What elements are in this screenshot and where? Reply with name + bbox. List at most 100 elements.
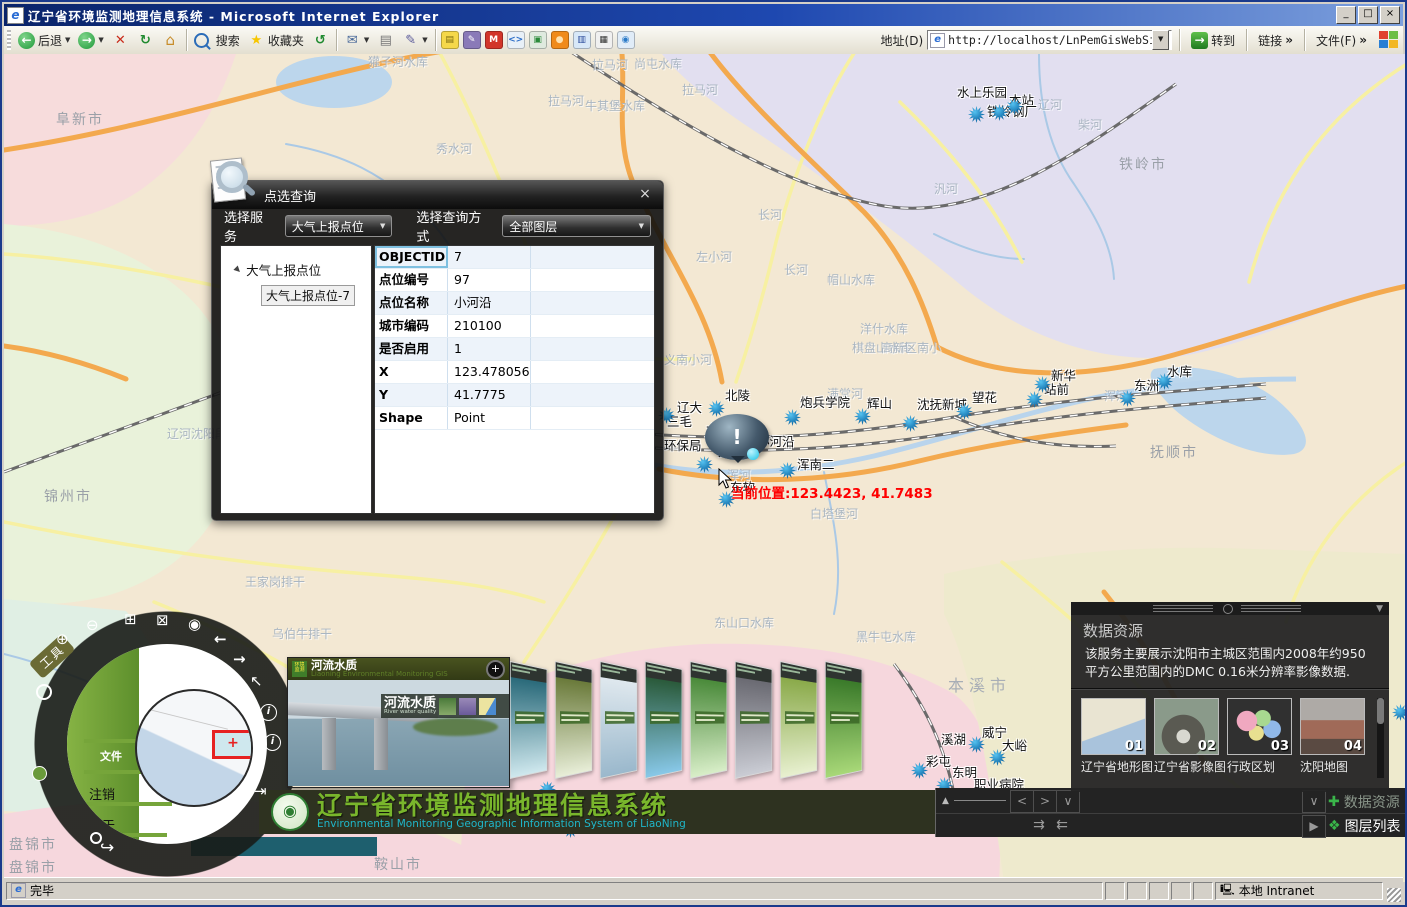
history-button[interactable]: ↺ [308,30,333,51]
favorites-button[interactable]: ★ 收藏夹 [244,30,308,51]
close-button[interactable]: × [1380,6,1400,24]
toolbar-grip[interactable] [7,30,11,50]
mail-button[interactable]: ✉▼ [340,30,373,51]
attribute-row[interactable]: 城市编码210100 [375,315,654,338]
forward-dropdown-icon[interactable]: ▼ [98,36,103,44]
attribute-row[interactable]: Y41.7775 [375,384,654,407]
pen-icon[interactable]: ✎ [463,31,481,49]
qr-grid-icon[interactable]: ▦ [595,31,613,49]
media-icon[interactable]: ▣ [529,31,547,49]
book-icon[interactable]: ▥ [573,31,591,49]
minimap-extent-box[interactable]: + [212,730,253,759]
notes-icon[interactable]: ▤ [441,31,459,49]
carousel-side-card[interactable] [645,661,682,779]
carousel-main-card[interactable]: 环境监测 河流水质 Liaoning Environmental Monitor… [287,657,510,788]
data-resource-item[interactable]: 04沈阳地图 [1300,698,1365,775]
attribute-row[interactable]: 点位名称小河沿 [375,292,654,315]
attribute-row[interactable]: ShapePoint [375,407,654,430]
home-button[interactable]: ⌂ [158,30,183,51]
info-icon[interactable]: i [264,734,281,751]
carousel-side-card[interactable] [780,661,817,779]
attribute-row[interactable]: 是否启用1 [375,338,654,361]
data-resource-item[interactable]: 01辽宁省地形图 [1081,698,1146,775]
maximize-button[interactable]: □ [1358,6,1378,24]
shift-right-icon[interactable]: ⇉ [1028,815,1050,836]
panel-collapse-icon[interactable]: ▼ [1376,604,1383,614]
file-menu-button[interactable]: 文件(F)» [1312,30,1371,51]
map-viewport[interactable]: 阜新市铁岭市抚顺市锦州市本溪市盘锦市盘锦市鞍山市獾子河水库拉马河尚屯水库拉马河拉… [4,54,1407,882]
tree-child-node[interactable]: 大气上报点位-7 [261,285,355,306]
data-panel-collapse-button[interactable]: ∨ [1302,790,1326,813]
links-button[interactable]: 链接» [1254,30,1297,51]
data-resource-item[interactable]: 02辽宁省影像图 [1154,698,1219,775]
carousel-collapse-button[interactable]: ∨ [1056,790,1080,813]
ring-menu-item[interactable]: 注销 [89,784,115,803]
shift-left-icon[interactable]: ⇇ [1051,815,1073,836]
panel-drag-handle[interactable]: ▼ [1071,602,1389,615]
pan-left-icon[interactable]: ← [214,630,227,648]
code-icon[interactable]: <> [507,31,525,49]
carousel-side-card[interactable] [825,661,862,779]
layer-list-button[interactable]: ❖ 图层列表 [1328,816,1401,836]
carousel-side-card[interactable] [510,661,547,779]
stop-button[interactable]: ✕ [108,30,133,51]
forward-button[interactable]: → ▼ [74,30,107,51]
expand-icon[interactable]: ⊠ [156,611,169,629]
full-extent-icon[interactable]: ⊞ [124,610,137,628]
slider-knob-green[interactable] [32,766,47,781]
select-cursor-icon[interactable]: ↖ [250,672,263,690]
go-button[interactable]: → 转到 [1187,31,1239,50]
carousel-prev-button[interactable]: < [1010,790,1034,813]
minimize-button[interactable]: _ [1336,6,1356,24]
overview-minimap[interactable]: + [135,689,253,807]
data-resources-button[interactable]: ✚ 数据资源 [1328,792,1400,812]
address-input[interactable]: e http://localhost/LnPemGisWebSite/Defau… [927,30,1172,50]
search-button[interactable]: 搜索 [190,30,244,51]
resize-grip[interactable] [1387,888,1401,902]
globe-icon[interactable]: ◉ [617,31,635,49]
ball-icon[interactable]: ● [551,31,569,49]
result-tree: ▶ 大气上报点位 大气上报点位-7 [220,245,372,514]
refresh-button[interactable]: ↻ [133,30,158,51]
carousel-side-card[interactable] [735,661,772,779]
m-messenger-icon[interactable]: M [485,31,503,49]
identify-icon[interactable]: i [260,704,277,721]
tree-root-node[interactable]: ▶ 大气上报点位 [221,260,371,279]
pan-right-icon[interactable]: → [233,650,246,668]
data-resource-item[interactable]: 03行政区划 [1227,698,1292,775]
windows-flag-icon [1379,31,1399,49]
dialog-titlebar[interactable]: 点选查询 × [212,181,663,209]
attribute-row[interactable]: 点位编号97 [375,269,654,292]
exit-icon[interactable]: ↪ [100,838,114,858]
edit-button[interactable]: ✎▼ [398,30,431,51]
selected-point-marker[interactable] [747,448,759,460]
resource-label: 辽宁省影像图 [1154,758,1219,775]
info-balloon-marker[interactable]: ! [705,414,769,460]
next-icon[interactable]: ⇥ [254,782,267,800]
zoom-in-icon[interactable]: ⊕ [56,630,69,648]
globe-icon[interactable]: ◉ [188,615,201,633]
service-select[interactable]: 大气上报点位▼ [285,215,393,237]
slider-knob-top[interactable] [36,684,52,700]
back-button[interactable]: ← 后退▼ [14,30,74,51]
attribute-row[interactable]: OBJECTID7 [375,246,654,269]
add-icon[interactable]: + [486,660,505,679]
ring-menu-item[interactable]: 关于 [89,815,115,834]
address-dropdown-icon[interactable]: ▼ [1152,30,1169,50]
print-button[interactable]: ▤ [373,30,398,51]
tree-expander-icon[interactable]: ▶ [233,264,244,275]
carousel-side-card[interactable] [600,661,637,779]
back-dropdown-icon[interactable]: ▼ [65,36,70,44]
zoom-out-icon[interactable]: ⊖ [86,616,99,634]
layer-list-expand-button[interactable]: ▶ [1302,815,1326,838]
slider-knob-end[interactable] [90,832,102,844]
panel-scrollbar[interactable] [1377,698,1384,778]
carousel-slider-icon[interactable]: ▲ [942,796,949,806]
attribute-row[interactable]: X123.478056 [375,361,654,384]
carousel-side-card[interactable] [690,661,727,779]
carousel-next-button[interactable]: > [1033,790,1057,813]
query-mode-select[interactable]: 全部图层▼ [502,215,651,237]
carousel-side-card[interactable] [555,661,592,779]
dialog-close-icon[interactable]: × [637,186,653,202]
browser-toolbar: ← 后退▼ → ▼ ✕ ↻ ⌂ 搜索 ★ 收藏夹 ↺ ✉▼ ▤ ✎▼ ▤✎M<>… [4,26,1403,55]
